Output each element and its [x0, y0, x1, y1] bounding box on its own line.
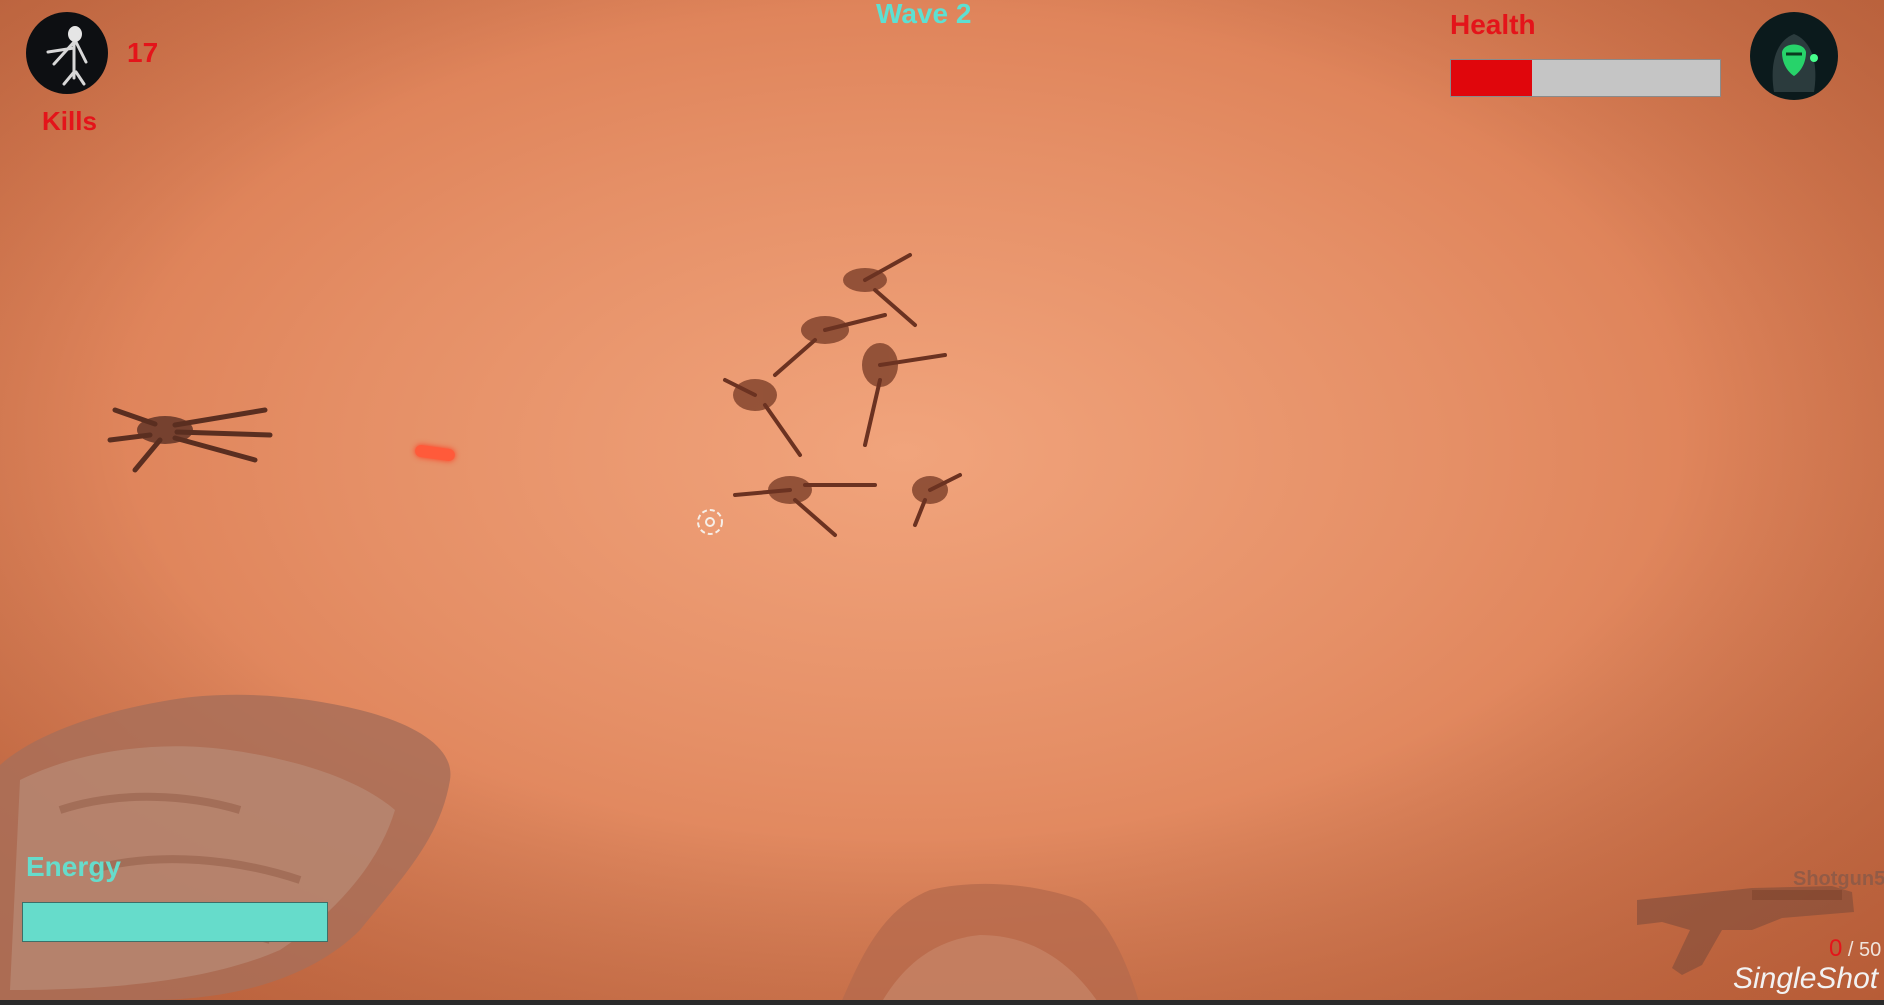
crosshair-icon — [697, 509, 723, 535]
weapon-name: Shotgun5 — [1793, 868, 1884, 890]
health-label: Health — [1450, 9, 1536, 40]
alien-swarm[interactable] — [715, 245, 995, 545]
kills-count: 17 — [127, 37, 159, 68]
alien-creature[interactable] — [105, 380, 275, 480]
player-portrait-icon — [1750, 12, 1838, 100]
ammo-current: 0 — [1829, 935, 1843, 962]
health-bar-fill — [1451, 60, 1532, 96]
kills-icon — [26, 12, 108, 94]
energy-bar-fill — [23, 903, 327, 941]
energy-label: Energy — [26, 851, 121, 882]
kills-label: Kills — [42, 106, 97, 136]
bottom-edge — [0, 1000, 1884, 1005]
wave-label: Wave 2 — [876, 0, 972, 29]
fire-mode-label: SingleShot — [1733, 962, 1879, 995]
energy-bar — [22, 902, 328, 942]
ammo-counter: 0 / 50 — [1829, 935, 1881, 963]
rock-boulder — [840, 883, 1140, 1005]
health-bar — [1450, 59, 1721, 97]
ammo-total: / 50 — [1847, 939, 1882, 961]
game-scene[interactable]: 17 Kills Wave 2 Health Energy Shotgun5 0… — [0, 0, 1884, 1005]
rock-boulder — [0, 694, 451, 1000]
